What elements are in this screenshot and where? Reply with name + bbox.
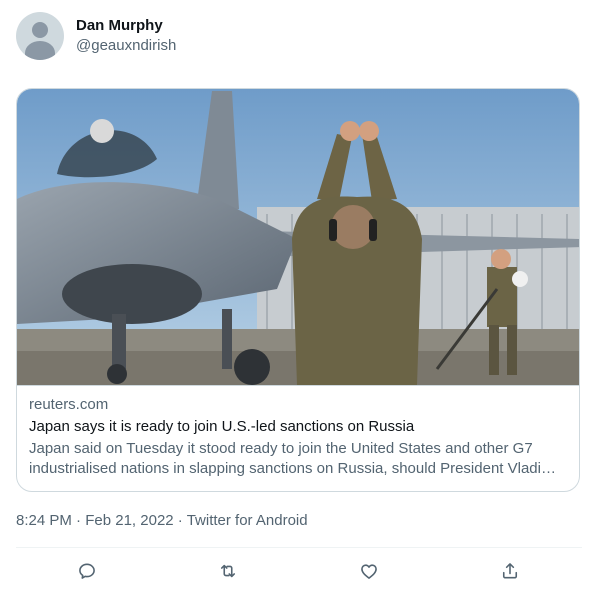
like-icon <box>361 564 377 579</box>
default-avatar-icon[interactable] <box>16 12 64 60</box>
tweet-source[interactable]: Twitter for Android <box>187 512 308 529</box>
card-domain: reuters.com <box>29 396 109 413</box>
tweet-header: Dan Murphy @geauxndirish <box>16 12 176 60</box>
card-image[interactable] <box>17 89 580 386</box>
card-description: Japan said on Tuesday it stood ready to … <box>29 440 562 477</box>
author-handle[interactable]: @geauxndirish <box>76 36 176 56</box>
retweet-button[interactable] <box>211 556 245 586</box>
card-title[interactable]: Japan says it is ready to join U.S.-led … <box>29 417 567 437</box>
tweet-date[interactable]: Feb 21, 2022 <box>85 512 173 529</box>
like-button[interactable] <box>352 556 386 586</box>
meta-separator: · <box>76 512 82 529</box>
link-preview-card[interactable]: reuters.com Japan says it is ready to jo… <box>16 88 580 492</box>
tweet-actions <box>0 556 598 586</box>
retweet-icon <box>220 564 236 578</box>
tweet-time[interactable]: 8:24 PM <box>16 512 72 529</box>
reply-button[interactable] <box>70 556 104 586</box>
author-display-name[interactable]: Dan Murphy <box>76 16 176 36</box>
share-button[interactable] <box>493 556 527 586</box>
author-names: Dan Murphy @geauxndirish <box>76 16 176 56</box>
tweet-timestamp: 8:24 PM · Feb 21, 2022 · Twitter for And… <box>16 511 308 531</box>
divider <box>16 547 582 548</box>
meta-separator: · <box>177 512 183 529</box>
reply-icon <box>79 563 95 579</box>
share-icon <box>502 563 518 579</box>
card-meta: reuters.com Japan says it is ready to jo… <box>29 395 567 479</box>
